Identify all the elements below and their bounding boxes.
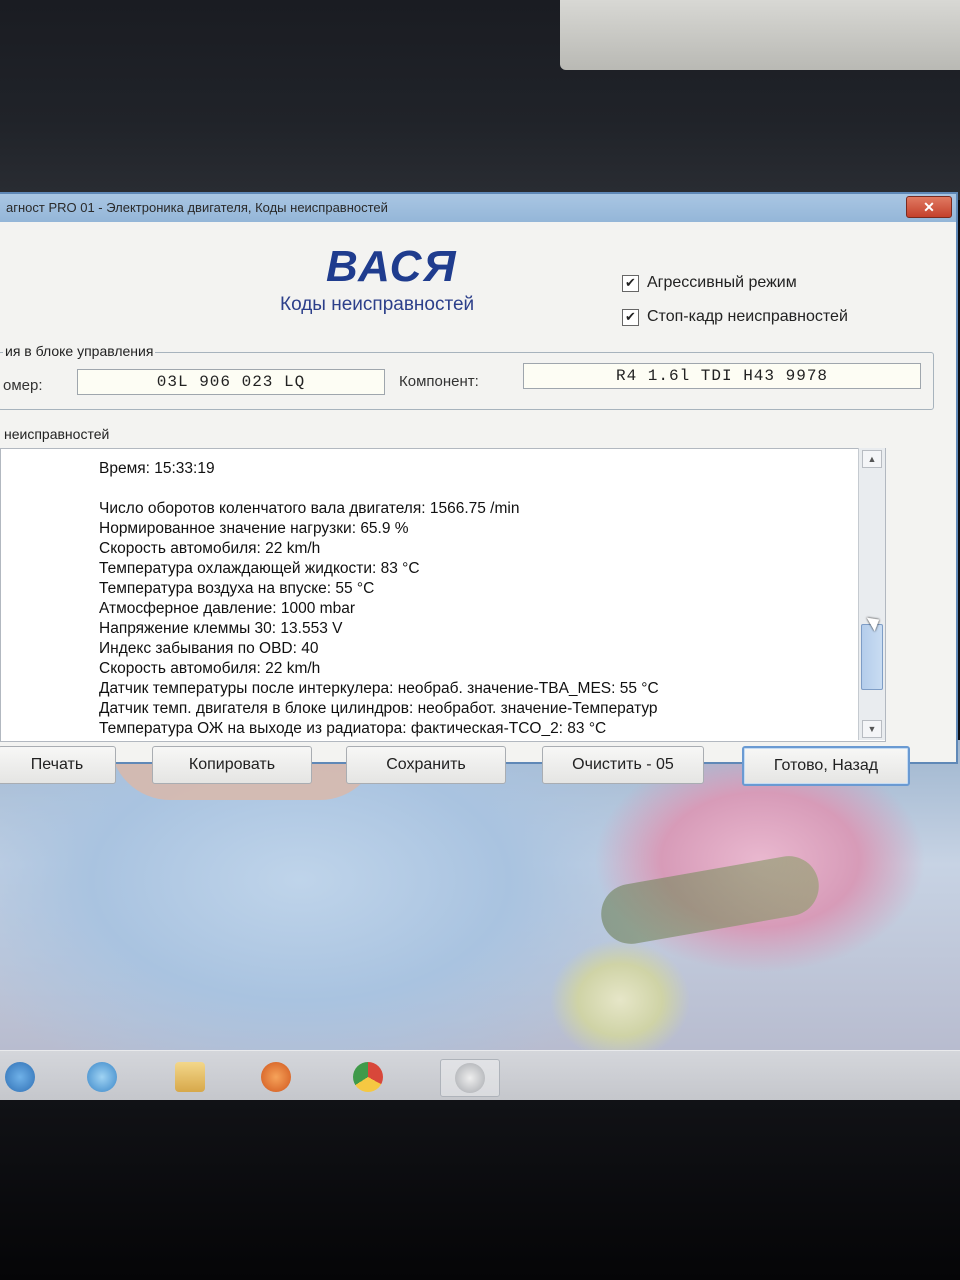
copy-button[interactable]: Копировать bbox=[152, 746, 312, 784]
done-back-button[interactable]: Готово, Назад bbox=[742, 746, 910, 786]
checkbox-box[interactable]: ✔ bbox=[622, 274, 639, 292]
checkbox-label: Стоп-кадр неисправностей bbox=[647, 308, 848, 325]
vcds-icon bbox=[455, 1063, 485, 1093]
wallpaper-flower-stem bbox=[596, 851, 824, 949]
ie-icon bbox=[87, 1062, 117, 1092]
group-legend: неисправностей bbox=[2, 426, 112, 442]
part-number-field: 03L 906 023 LQ bbox=[77, 369, 385, 395]
taskbar-ie[interactable] bbox=[82, 1059, 122, 1095]
fault-log-line: Датчик темп. двигателя в блоке цилиндров… bbox=[99, 700, 658, 717]
checkbox-label: Агрессивный режим bbox=[647, 274, 797, 291]
fault-log-line: Напряжение клеммы 30: 13.553 V bbox=[99, 620, 343, 637]
fault-log-line: Датчик температуры после интеркулера: не… bbox=[99, 680, 659, 697]
group-legend: ия в блоке управления bbox=[3, 343, 156, 359]
fault-log-line: Нормированное значение нагрузки: 65.9 % bbox=[99, 520, 409, 537]
title-bar[interactable]: агност PRO 01 - Электроника двигателя, К… bbox=[0, 194, 956, 222]
clear-button[interactable]: Очистить - 05 bbox=[542, 746, 704, 784]
aggressive-mode-checkbox[interactable]: ✔ Агрессивный режим bbox=[622, 274, 797, 292]
freeze-frame-checkbox[interactable]: ✔ Стоп-кадр неисправностей bbox=[622, 308, 848, 326]
part-number-label: омер: bbox=[3, 377, 43, 394]
taskbar-media[interactable] bbox=[256, 1059, 296, 1095]
media-player-icon bbox=[261, 1062, 291, 1092]
component-field: R4 1.6l TDI H43 9978 bbox=[523, 363, 921, 389]
close-icon: ✕ bbox=[923, 199, 935, 215]
window-client-area: ВАСЯ Коды неисправностей ✔ Агрессивный р… bbox=[0, 222, 956, 786]
checkbox-box[interactable]: ✔ bbox=[622, 308, 639, 326]
chrome-icon bbox=[353, 1062, 383, 1092]
monitor-bezel-top bbox=[0, 0, 960, 200]
fault-log-line bbox=[99, 479, 659, 499]
fault-log-line: Скорость автомобиля: 22 km/h bbox=[99, 660, 321, 677]
start-icon bbox=[5, 1062, 35, 1092]
taskbar bbox=[0, 1050, 960, 1103]
fault-log-line: Время: 15:33:19 bbox=[99, 460, 215, 477]
check-icon: ✔ bbox=[625, 275, 636, 290]
check-icon: ✔ bbox=[625, 309, 636, 324]
close-button[interactable]: ✕ bbox=[906, 196, 952, 218]
log-scrollbar[interactable]: ▲ ▼ bbox=[858, 448, 885, 740]
app-logo: ВАСЯ bbox=[326, 242, 458, 291]
scroll-thumb[interactable] bbox=[861, 624, 883, 690]
fault-log-textbox[interactable]: Время: 15:33:19 Число оборотов коленчатог… bbox=[0, 448, 886, 742]
fault-log-line: Температура охлаждающей жидкости: 83 °C bbox=[99, 560, 420, 577]
scroll-up-icon[interactable]: ▲ bbox=[862, 450, 882, 468]
fault-log-line: Скорость автомобиля: 22 km/h bbox=[99, 540, 321, 557]
explorer-icon bbox=[175, 1062, 205, 1092]
wall-glare bbox=[560, 0, 960, 70]
fault-log-line: Температура ОЖ на выходе из радиатора: ф… bbox=[99, 720, 607, 737]
monitor-bezel-bottom bbox=[0, 1100, 960, 1280]
start-button[interactable] bbox=[0, 1059, 40, 1095]
fault-log-line: Число оборотов коленчатого вала двигател… bbox=[99, 500, 520, 517]
desktop-wallpaper bbox=[0, 740, 960, 1050]
component-label: Компонент: bbox=[399, 373, 479, 390]
taskbar-chrome[interactable] bbox=[348, 1059, 388, 1095]
taskbar-vcds[interactable] bbox=[440, 1059, 500, 1097]
fault-log-line: Атмосферное давление: 1000 mbar bbox=[99, 600, 355, 617]
control-unit-group: ия в блоке управления омер: 03L 906 023 … bbox=[0, 343, 934, 410]
save-button[interactable]: Сохранить bbox=[346, 746, 506, 784]
fault-log-line: Температура воздуха на впуске: 55 °C bbox=[99, 580, 375, 597]
app-window: агност PRO 01 - Электроника двигателя, К… bbox=[0, 192, 958, 786]
scroll-down-icon[interactable]: ▼ bbox=[862, 720, 882, 738]
page-subtitle: Коды неисправностей bbox=[280, 294, 475, 315]
taskbar-explorer[interactable] bbox=[170, 1059, 210, 1095]
fault-log-lines: Время: 15:33:19 Число оборотов коленчатог… bbox=[99, 459, 659, 739]
fault-log-line: Индекс забывания по OBD: 40 bbox=[99, 640, 319, 657]
print-button[interactable]: Печать bbox=[0, 746, 116, 784]
window-title: агност PRO 01 - Электроника двигателя, К… bbox=[6, 200, 388, 215]
